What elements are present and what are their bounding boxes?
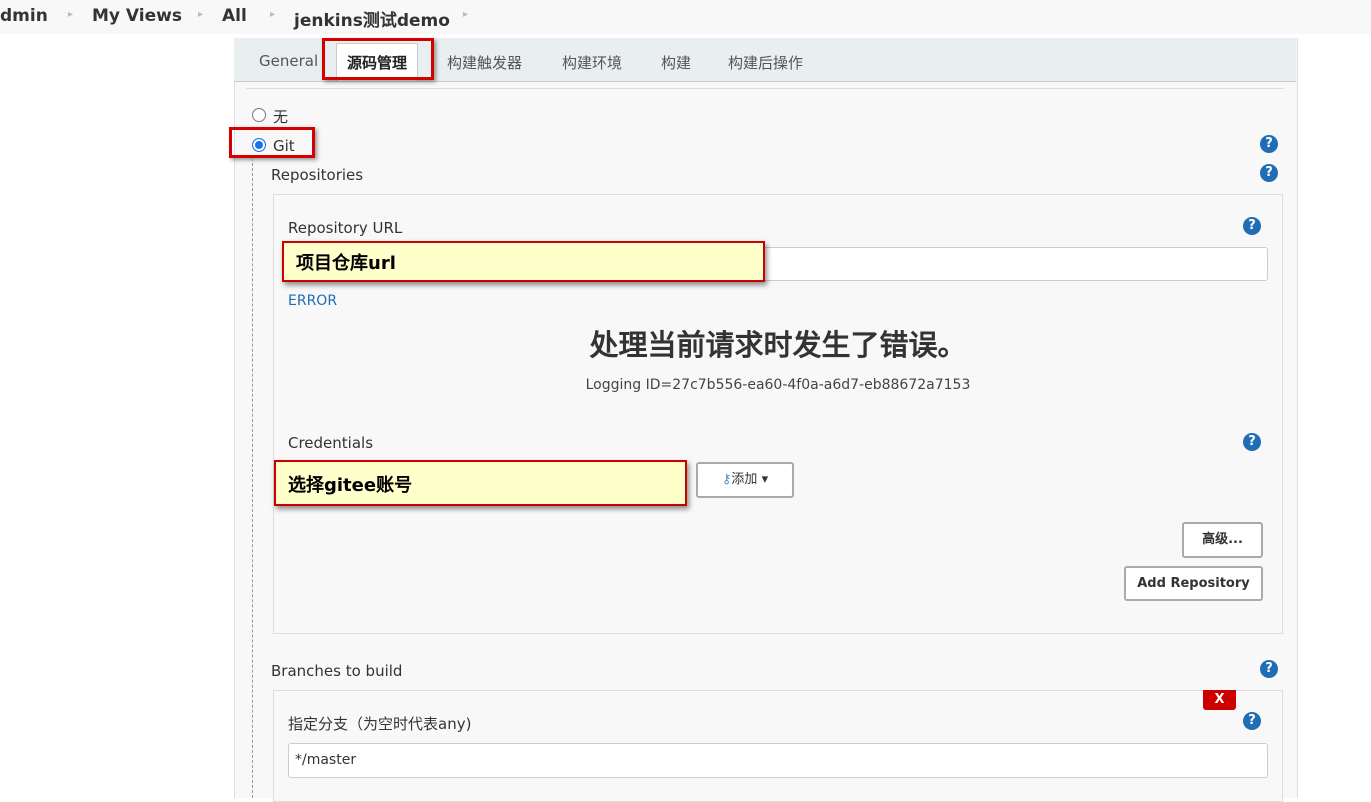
advanced-button[interactable]: 高级... xyxy=(1182,522,1263,558)
delete-branch-button[interactable]: X xyxy=(1203,690,1236,710)
add-credentials-button[interactable]: ⚷添加 ▾ xyxy=(696,462,794,498)
repositories-title: Repositories xyxy=(271,166,364,184)
annotation-credentials: 选择gitee账号 xyxy=(274,460,687,506)
tab-triggers[interactable]: 构建触发器 xyxy=(447,52,522,73)
help-icon[interactable]: ? xyxy=(1243,712,1261,730)
annotation-repo-url: 项目仓库url xyxy=(282,241,765,282)
tab-build[interactable]: 构建 xyxy=(661,52,691,73)
breadcrumb-all[interactable]: All xyxy=(222,6,247,26)
help-icon[interactable]: ? xyxy=(1260,164,1278,182)
breadcrumb-user[interactable]: dmin xyxy=(0,6,48,26)
breadcrumb-job[interactable]: jenkins测试demo xyxy=(294,6,450,31)
chevron-right-icon: ▸ xyxy=(198,9,204,20)
chevron-right-icon: ▸ xyxy=(270,9,276,20)
breadcrumb: dmin ▸ My Views ▸ All ▸ jenkins测试demo ▸ xyxy=(0,0,1371,34)
credentials-label: Credentials xyxy=(288,434,374,452)
tab-general[interactable]: General xyxy=(259,52,318,70)
radio-none[interactable] xyxy=(252,108,266,122)
help-icon[interactable]: ? xyxy=(1260,135,1278,153)
help-icon[interactable]: ? xyxy=(1243,433,1261,451)
branches-title: Branches to build xyxy=(271,662,403,680)
error-label: ERROR xyxy=(288,293,338,309)
divider xyxy=(246,88,1284,89)
highlight-git xyxy=(229,127,315,158)
radio-none-label: 无 xyxy=(273,108,289,126)
help-icon[interactable]: ? xyxy=(1260,660,1278,678)
add-repository-button[interactable]: Add Repository xyxy=(1124,566,1263,601)
section-guide xyxy=(252,158,253,798)
tab-post-build[interactable]: 构建后操作 xyxy=(728,52,803,73)
help-icon[interactable]: ? xyxy=(1243,217,1261,235)
chevron-right-icon: ▸ xyxy=(463,9,469,20)
branch-specifier-input[interactable]: */master xyxy=(288,743,1268,778)
caret-down-icon: ▾ xyxy=(757,472,769,487)
highlight-tab xyxy=(322,38,434,80)
key-icon: ⚷ xyxy=(721,472,732,487)
branch-specifier-label: 指定分支（为空时代表any) xyxy=(288,715,472,733)
repository-url-label: Repository URL xyxy=(288,219,403,237)
add-credentials-label: 添加 xyxy=(731,472,758,487)
error-message: 处理当前请求时发生了错误。 xyxy=(589,328,967,362)
chevron-right-icon: ▸ xyxy=(68,9,74,20)
logging-id: Logging ID=27c7b556-ea60-4f0a-a6d7-eb886… xyxy=(585,377,971,393)
breadcrumb-my-views[interactable]: My Views xyxy=(92,6,182,26)
tab-environment[interactable]: 构建环境 xyxy=(562,52,622,73)
